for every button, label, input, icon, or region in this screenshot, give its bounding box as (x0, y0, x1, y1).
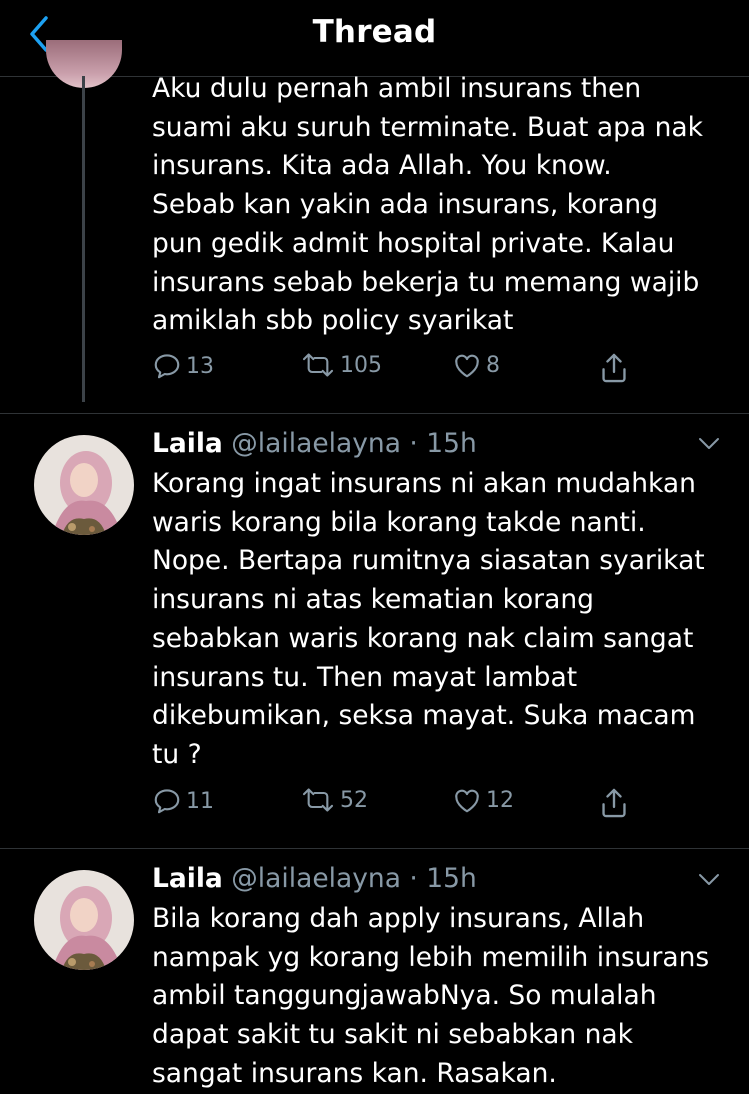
retweet-icon (302, 353, 334, 377)
retweet-button[interactable]: 105 (300, 351, 382, 379)
caret-down-icon (699, 438, 719, 449)
reply-icon (154, 789, 180, 814)
display-name[interactable]: Laila (152, 863, 223, 894)
share-button[interactable] (598, 786, 630, 820)
display-name[interactable]: Laila (152, 428, 223, 459)
tweet-menu-button[interactable] (696, 430, 722, 456)
caret-down-icon (699, 874, 719, 885)
tweet-text: Bila korang dah apply insurans, Allah na… (152, 903, 710, 1089)
thread-connector-line (82, 76, 85, 402)
timestamp: · 15h (409, 428, 477, 459)
divider (0, 848, 749, 849)
share-icon (602, 353, 626, 383)
like-button[interactable]: 12 (452, 786, 514, 814)
tweet-text: Aku dulu pernah ambil insurans then suam… (152, 73, 703, 337)
avatar[interactable] (34, 435, 134, 535)
share-icon (602, 788, 626, 818)
user-handle[interactable]: @lailaelayna (231, 428, 401, 459)
retweet-icon (302, 788, 334, 812)
tweet-meta: Laila @lailaelayna · 15h (152, 427, 477, 461)
reply-button[interactable]: 13 (152, 351, 214, 381)
tweet-meta: Laila @lailaelayna · 15h (152, 862, 477, 896)
tweet-menu-button[interactable] (696, 866, 722, 892)
avatar-image (34, 435, 134, 535)
like-icon (455, 789, 479, 813)
like-button[interactable]: 8 (452, 351, 500, 379)
tweet-actions: 13 105 8 (152, 351, 652, 391)
retweet-count: 52 (340, 787, 368, 813)
reply-count: 13 (186, 353, 214, 379)
avatar-image (34, 870, 134, 970)
avatar[interactable] (34, 870, 134, 970)
like-count: 8 (486, 352, 500, 378)
user-handle[interactable]: @lailaelayna (231, 863, 401, 894)
tweet-actions: 11 52 12 (152, 786, 652, 826)
reply-button[interactable]: 11 (152, 786, 214, 816)
timestamp: · 15h (409, 863, 477, 894)
reply-icon (154, 354, 180, 379)
retweet-button[interactable]: 52 (300, 786, 368, 814)
divider (0, 413, 749, 414)
like-icon (455, 354, 479, 378)
tweet-text: Korang ingat insurans ni akan mudahkan w… (152, 468, 705, 770)
share-button[interactable] (598, 351, 630, 385)
retweet-count: 105 (340, 352, 382, 378)
like-count: 12 (486, 787, 514, 813)
reply-count: 11 (186, 788, 214, 814)
